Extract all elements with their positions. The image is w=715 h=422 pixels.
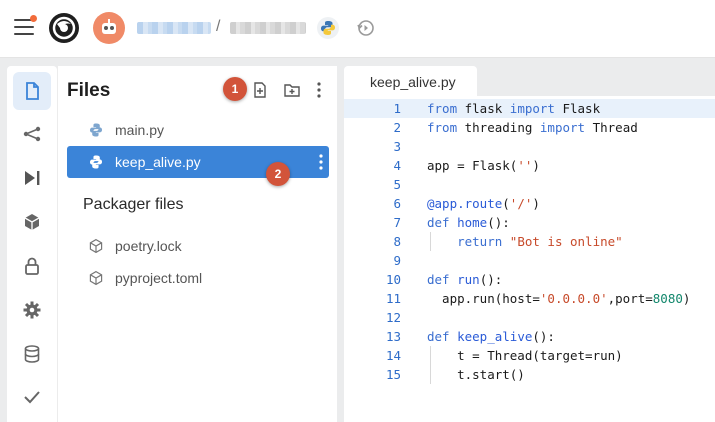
packages-rail-button[interactable]	[13, 203, 51, 241]
code-line[interactable]: 12	[344, 308, 715, 327]
package-icon	[89, 270, 103, 286]
code-text: app = Flask('')	[427, 158, 540, 173]
code-text: def run():	[427, 272, 503, 287]
code-line[interactable]: 4 app = Flask('')	[344, 156, 715, 175]
notification-dot	[30, 15, 37, 22]
lock-icon	[25, 257, 39, 275]
top-bar: /	[0, 0, 715, 58]
file-item-main-py[interactable]: main.py	[67, 114, 329, 146]
more-icon	[317, 82, 321, 98]
code-line[interactable]: 13 def keep_alive():	[344, 327, 715, 346]
unit-tests-rail-button[interactable]	[13, 378, 51, 416]
line-number: 10	[385, 272, 401, 287]
line-number: 4	[393, 158, 401, 173]
line-number: 11	[385, 291, 401, 306]
step-badge-1: 1	[223, 77, 247, 101]
python-icon	[89, 123, 103, 137]
code-text: from threading import Thread	[427, 120, 638, 135]
file-name: poetry.lock	[115, 238, 182, 254]
line-number: 15	[385, 367, 401, 382]
code-line[interactable]: 6 @app.route('/')	[344, 194, 715, 213]
files-title: Files	[67, 80, 111, 101]
code-line[interactable]: 7 def home():	[344, 213, 715, 232]
code-line[interactable]: 1 from flask import Flask	[344, 99, 715, 118]
code-line[interactable]: 9	[344, 251, 715, 270]
package-icon	[89, 238, 103, 254]
line-number: 2	[393, 120, 401, 135]
run-icon	[25, 171, 40, 185]
code-text: t = Thread(target=run)	[427, 348, 623, 363]
line-number: 3	[393, 139, 401, 154]
line-number: 14	[385, 348, 401, 363]
share-rail-button[interactable]	[13, 115, 51, 153]
repl-name-blurred[interactable]	[230, 22, 306, 34]
code-line[interactable]: 3	[344, 137, 715, 156]
code-line[interactable]: 11 app.run(host='0.0.0.0',port=8080)	[344, 289, 715, 308]
files-more-button[interactable]	[309, 80, 329, 100]
code-editor: keep_alive.py 1 from flask import Flask 2 f…	[344, 66, 715, 422]
new-file-icon	[254, 82, 266, 98]
code-text: def keep_alive():	[427, 329, 555, 344]
code-text: t.start()	[427, 367, 525, 382]
code-line[interactable]: 2 from threading import Thread	[344, 118, 715, 137]
line-number: 9	[393, 253, 401, 268]
code-line[interactable]: 10 def run():	[344, 270, 715, 289]
share-icon	[23, 126, 41, 142]
gear-icon	[23, 301, 41, 319]
new-folder-icon	[284, 84, 300, 97]
breadcrumb-separator: /	[216, 18, 221, 35]
line-number: 1	[393, 101, 401, 116]
new-file-button[interactable]	[250, 80, 270, 100]
line-number: 6	[393, 196, 401, 211]
line-number: 13	[385, 329, 401, 344]
files-rail-button[interactable]	[13, 72, 51, 110]
line-number: 12	[385, 310, 401, 325]
python-icon	[317, 17, 339, 39]
replit-logo-icon[interactable]	[48, 12, 80, 44]
hamburger-icon[interactable]	[14, 19, 34, 37]
editor-tabstrip: keep_alive.py	[344, 66, 715, 96]
tab-keep-alive-py[interactable]: keep_alive.py	[344, 66, 477, 96]
new-folder-button[interactable]	[282, 80, 302, 100]
package-icon	[24, 214, 40, 230]
username-blurred[interactable]	[137, 22, 211, 34]
code-line[interactable]: 14 t = Thread(target=run)	[344, 346, 715, 365]
packager-files-title: Packager files	[83, 196, 184, 213]
secrets-rail-button[interactable]	[13, 247, 51, 285]
check-icon	[24, 391, 40, 404]
database-icon	[24, 345, 40, 363]
code-text: @app.route('/')	[427, 196, 540, 211]
file-icon	[26, 82, 39, 100]
code-text: from flask import Flask	[427, 101, 601, 116]
line-number: 5	[393, 177, 401, 192]
code-text: return "Bot is online"	[457, 234, 623, 249]
robot-avatar-icon[interactable]	[93, 12, 125, 44]
file-item-poetry-lock[interactable]: poetry.lock	[67, 230, 329, 262]
line-number: 7	[393, 215, 401, 230]
database-rail-button[interactable]	[13, 335, 51, 373]
code-text: def home():	[427, 215, 510, 230]
files-panel: Files 1 main.py keep_alive.py 2 Packager…	[57, 66, 337, 422]
tab-label: keep_alive.py	[370, 74, 456, 90]
sidebar-rail	[7, 66, 57, 422]
code-area[interactable]: 1 from flask import Flask 2 from threading …	[344, 99, 715, 384]
file-name: main.py	[115, 122, 165, 138]
step-badge-2: 2	[266, 162, 290, 186]
settings-rail-button[interactable]	[13, 291, 51, 329]
line-number: 8	[393, 234, 401, 249]
python-icon	[89, 155, 103, 169]
code-line[interactable]: 15 t.start()	[344, 365, 715, 384]
file-more-icon[interactable]	[319, 154, 323, 170]
code-line[interactable]: 8 return "Bot is online"	[344, 232, 715, 251]
file-name: pyproject.toml	[115, 270, 203, 286]
code-text: app.run(host='0.0.0.0',port=8080)	[427, 291, 691, 306]
file-name: keep_alive.py	[115, 154, 201, 170]
file-item-pyproject-toml[interactable]: pyproject.toml	[67, 262, 329, 294]
code-line[interactable]: 5	[344, 175, 715, 194]
run-rail-button[interactable]	[13, 159, 51, 197]
history-icon[interactable]	[354, 17, 376, 39]
